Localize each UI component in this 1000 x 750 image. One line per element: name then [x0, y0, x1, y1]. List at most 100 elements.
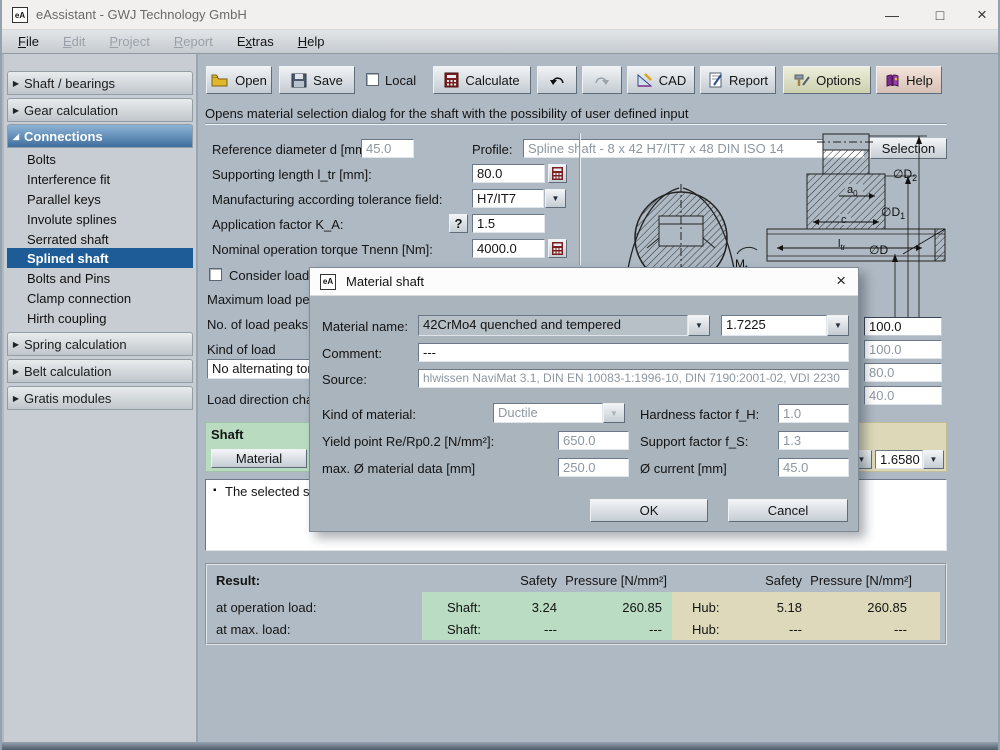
chevron-down-icon: ▼ [695, 321, 703, 330]
chevron-down-icon: ▼ [834, 321, 842, 330]
menu-extras[interactable]: Extras [225, 34, 286, 49]
comment-field[interactable]: --- [418, 343, 849, 362]
application-factor-field[interactable]: 1.5 [472, 214, 545, 233]
torque-label: Nominal operation torque Tnenn [Nm]: [212, 242, 433, 257]
minimize-button[interactable]: — [872, 0, 912, 30]
result-value: --- [732, 622, 802, 637]
result-shaft-label: Shaft: [447, 600, 481, 615]
shaft-section-title: Shaft [211, 427, 244, 442]
max-diameter-field: 250.0 [558, 458, 629, 477]
dialog-close-icon[interactable]: × [836, 271, 846, 291]
source-field: hlwissen NaviMat 3.1, DIN EN 10083-1:199… [418, 369, 849, 388]
load-direction-label: Load direction chan [207, 392, 320, 407]
kind-of-load-dropdown[interactable]: No alternating torq [207, 359, 322, 379]
result-col-header: Pressure [N/mm²] [807, 573, 912, 588]
hub-material-number-dropdown-button[interactable]: ▼ [923, 450, 944, 469]
open-button[interactable]: Open [206, 66, 272, 94]
d2-dim-label: ∅D2 [893, 167, 917, 183]
material-name-dropdown-value[interactable]: 42CrMo4 quenched and tempered [418, 315, 688, 336]
chevron-down-icon: ▼ [610, 409, 618, 418]
local-checkbox[interactable] [366, 73, 379, 86]
floppy-icon [291, 73, 307, 88]
kind-of-material-label: Kind of material: [322, 407, 416, 422]
result-row-label: at max. load: [216, 622, 290, 637]
d1-dim-label: ∅D1 [881, 205, 905, 221]
consider-load-peaks-checkbox[interactable] [209, 268, 222, 281]
consider-load-peaks-label: Consider load p [229, 268, 320, 283]
sidebar-item-parallel-keys[interactable]: Parallel keys [7, 189, 193, 209]
profile-label: Profile: [472, 142, 512, 157]
chevron-down-icon: ▼ [930, 455, 938, 464]
maximize-button[interactable]: □ [920, 0, 960, 30]
reference-diameter-field: 45.0 [361, 139, 414, 158]
tolerance-dropdown-button[interactable]: ▼ [545, 189, 566, 208]
close-button[interactable]: × [962, 0, 1000, 30]
sidebar-item-splined-shaft[interactable]: Splined shaft [7, 248, 193, 268]
result-hub-label: Hub: [692, 622, 719, 637]
folder-icon [211, 73, 229, 87]
tolerance-dropdown-value[interactable]: H7/IT7 [472, 189, 544, 208]
app-window: eA eAssistant - GWJ Technology GmbH — □ … [0, 0, 1000, 750]
ok-button[interactable]: OK [590, 499, 708, 522]
sidebar: ▶ Shaft / bearings ▶ Gear calculation ◢ … [4, 54, 198, 742]
sidebar-item-bolts[interactable]: Bolts [7, 149, 193, 169]
torque-field[interactable]: 4000.0 [472, 239, 545, 258]
sidebar-item-bolts-and-pins[interactable]: Bolts and Pins [7, 268, 193, 288]
calculate-button[interactable]: Calculate [433, 66, 531, 94]
menu-help[interactable]: Help [286, 34, 337, 49]
cad-button[interactable]: CAD [627, 66, 695, 94]
sidebar-section-connections[interactable]: ◢ Connections [7, 124, 193, 148]
shaft-material-button[interactable]: Material [211, 449, 307, 468]
torque-calculator-button[interactable] [548, 239, 567, 258]
menu-file[interactable]: File [6, 34, 51, 49]
supporting-length-calculator-button[interactable] [548, 164, 567, 183]
side-field-3: 80.0 [864, 363, 942, 382]
report-document-icon [708, 72, 723, 88]
help-button[interactable]: Help [876, 66, 942, 94]
result-value: --- [487, 622, 557, 637]
application-factor-help-button[interactable]: ? [449, 214, 468, 233]
sidebar-section-belt-calculation[interactable]: ▶ Belt calculation [7, 359, 193, 383]
hub-material-number-value[interactable]: 1.6580 [875, 450, 923, 469]
support-factor-label: Support factor f_S: [640, 434, 748, 449]
supporting-length-field[interactable]: 80.0 [472, 164, 545, 183]
menu-project: Project [97, 34, 161, 49]
max-diameter-label: max. Ø material data [mm] [322, 461, 475, 476]
sidebar-section-gratis-modules[interactable]: ▶ Gratis modules [7, 386, 193, 410]
result-col-header: Safety [732, 573, 802, 588]
application-factor-label: Application factor K_A: [212, 217, 344, 232]
material-number-dropdown-value[interactable]: 1.7225 [721, 315, 827, 336]
hardness-factor-field: 1.0 [778, 404, 849, 423]
material-name-dropdown-button[interactable]: ▼ [688, 315, 710, 336]
dialog-title-bar: eA Material shaft × [310, 268, 858, 296]
redo-arrow-icon [593, 73, 611, 87]
side-field-2: 100.0 [864, 340, 942, 359]
sidebar-item-involute-splines[interactable]: Involute splines [7, 209, 193, 229]
undo-button[interactable] [537, 66, 577, 94]
kind-of-load-label: Kind of load [207, 342, 276, 357]
result-value: 3.24 [487, 600, 557, 615]
side-field-4: 40.0 [864, 386, 942, 405]
book-icon [885, 73, 900, 88]
tolerance-field-label: Manufacturing according tolerance field: [212, 192, 443, 207]
sidebar-item-serrated-shaft[interactable]: Serrated shaft [7, 229, 193, 249]
sidebar-item-hirth-coupling[interactable]: Hirth coupling [7, 308, 193, 328]
yield-point-field: 650.0 [558, 431, 629, 450]
mini-calculator-icon [552, 242, 563, 255]
save-button[interactable]: Save [279, 66, 355, 94]
cancel-button[interactable]: Cancel [728, 499, 848, 522]
separator [205, 123, 947, 125]
report-button[interactable]: Report [700, 66, 776, 94]
sidebar-item-clamp-connection[interactable]: Clamp connection [7, 288, 193, 308]
local-checkbox-label: Local [385, 73, 416, 88]
sidebar-section-gear-calculation[interactable]: ▶ Gear calculation [7, 98, 193, 122]
sidebar-item-interference-fit[interactable]: Interference fit [7, 169, 193, 189]
sidebar-section-shaft-bearings[interactable]: ▶ Shaft / bearings [7, 71, 193, 95]
sidebar-section-spring-calculation[interactable]: ▶ Spring calculation [7, 332, 193, 356]
material-number-dropdown-button[interactable]: ▼ [827, 315, 849, 336]
options-button[interactable]: Options [783, 66, 871, 94]
side-field-1[interactable]: 100.0 [864, 317, 942, 336]
hardness-factor-label: Hardness factor f_H: [640, 407, 759, 422]
num-load-peaks-label: No. of load peaks N [207, 317, 321, 332]
result-shaft-label: Shaft: [447, 622, 481, 637]
